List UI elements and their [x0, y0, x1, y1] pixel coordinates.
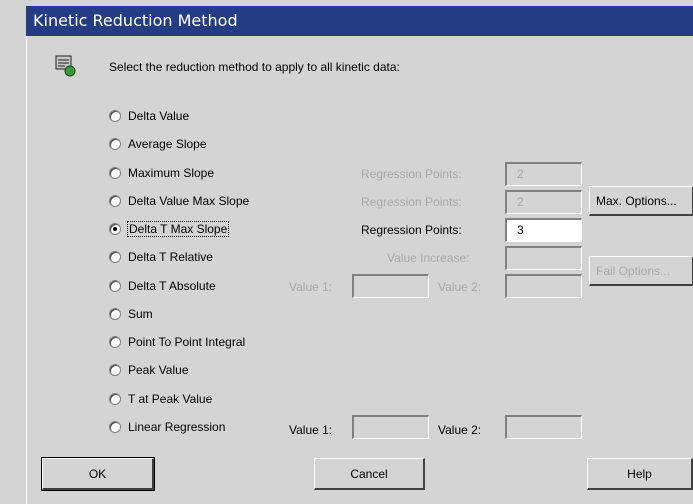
ok-button[interactable]: OK	[41, 457, 155, 491]
instruction-text: Select the reduction method to apply to …	[109, 60, 400, 74]
radio-button[interactable]	[109, 280, 121, 292]
radio-button[interactable]	[109, 167, 121, 179]
kinetic-plate-icon	[55, 54, 77, 78]
radio-delta-value[interactable]: Delta Value	[109, 106, 349, 126]
radio-maximum-slope[interactable]: Maximum Slope	[109, 163, 349, 183]
value-increase-label: Value Increase:	[387, 251, 470, 265]
radio-button[interactable]	[109, 251, 121, 263]
radio-label: Linear Regression	[128, 420, 226, 434]
radio-label: Peak Value	[128, 363, 189, 377]
help-button[interactable]: Help	[587, 458, 693, 490]
regression-points-field-maximum-slope: 2	[505, 162, 582, 186]
radio-point-to-point-integral[interactable]: Point To Point Integral	[109, 332, 349, 352]
radio-label: Average Slope	[128, 137, 207, 151]
radio-label: Delta Value Max Slope	[128, 194, 250, 208]
radio-delta-t-relative[interactable]: Delta T Relative	[109, 247, 349, 267]
regression-points-field-delta-value-max-slope: 2	[505, 190, 582, 214]
radio-delta-value-max-slope[interactable]: Delta Value Max Slope	[109, 191, 349, 211]
value-1-label: Value 1:	[289, 423, 333, 437]
radio-label: Delta T Max Slope	[126, 221, 230, 237]
window-title: Kinetic Reduction Method	[33, 11, 238, 30]
value-1-field-linear-regression[interactable]	[352, 415, 429, 439]
cancel-button[interactable]: Cancel	[314, 458, 425, 490]
value-2-field-delta-t-absolute	[505, 274, 582, 298]
value-increase-field	[505, 246, 582, 270]
regression-points-label: Regression Points:	[361, 223, 462, 237]
title-bar: Kinetic Reduction Method	[26, 6, 693, 36]
radio-button[interactable]	[109, 364, 121, 376]
regression-points-label: Regression Points:	[361, 195, 462, 209]
radio-button[interactable]	[109, 195, 121, 207]
radio-button[interactable]	[109, 110, 121, 122]
radio-button-selected[interactable]	[109, 223, 121, 235]
value-2-label: Value 2:	[438, 423, 482, 437]
radio-peak-value[interactable]: Peak Value	[109, 360, 349, 380]
radio-button[interactable]	[109, 393, 121, 405]
radio-button[interactable]	[109, 308, 121, 320]
value-2-field-linear-regression[interactable]	[505, 415, 582, 439]
radio-label: Point To Point Integral	[128, 335, 246, 349]
radio-label: Delta T Absolute	[128, 279, 216, 293]
radio-delta-t-max-slope[interactable]: Delta T Max Slope	[109, 219, 349, 239]
value-2-label: Value 2:	[438, 280, 482, 294]
radio-average-slope[interactable]: Average Slope	[109, 134, 349, 154]
radio-label: Maximum Slope	[128, 166, 215, 180]
value-1-label: Value 1:	[289, 280, 333, 294]
radio-sum[interactable]: Sum	[109, 304, 349, 324]
max-options-button[interactable]: Max. Options...	[589, 186, 693, 216]
radio-button[interactable]	[109, 336, 121, 348]
radio-t-at-peak-value[interactable]: T at Peak Value	[109, 389, 349, 409]
value-1-field-delta-t-absolute	[352, 274, 429, 298]
radio-button[interactable]	[109, 138, 121, 150]
radio-label: T at Peak Value	[128, 392, 213, 406]
radio-label: Sum	[128, 307, 153, 321]
regression-points-label: Regression Points:	[361, 167, 462, 181]
radio-label: Delta T Relative	[128, 250, 213, 264]
radio-button[interactable]	[109, 421, 121, 433]
regression-points-input[interactable]: 3	[505, 218, 582, 242]
radio-label: Delta Value	[128, 109, 190, 123]
dialog-body: Select the reduction method to apply to …	[26, 36, 693, 504]
fail-options-button[interactable]: Fail Options...	[589, 256, 693, 286]
